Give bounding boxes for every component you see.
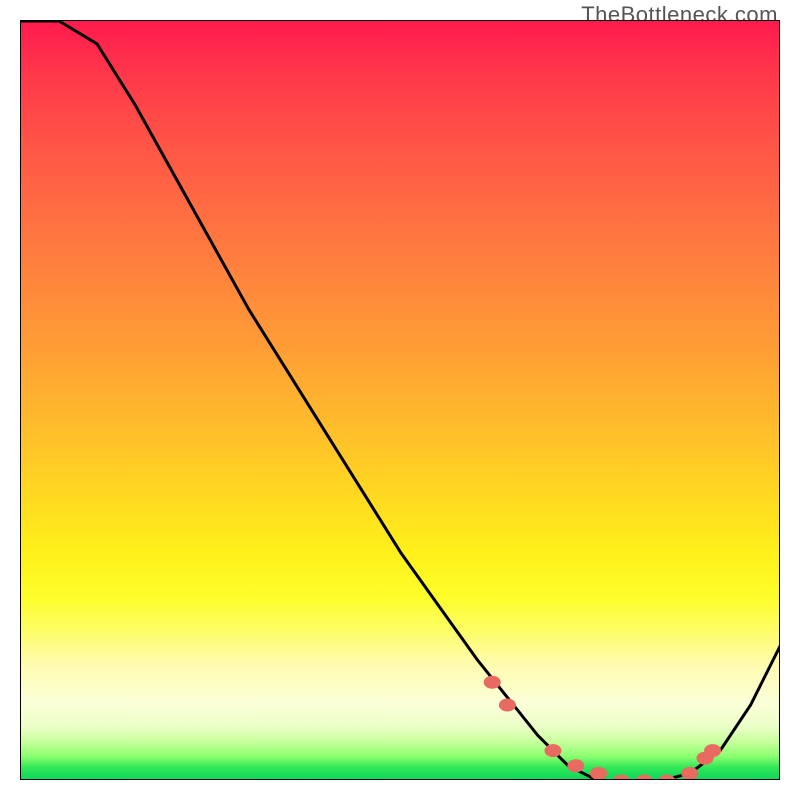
marker-point xyxy=(682,767,698,779)
marker-point xyxy=(659,775,675,780)
plot-area xyxy=(20,20,780,780)
marker-point xyxy=(613,775,629,780)
marker-point xyxy=(636,775,652,780)
chart-stage: TheBottleneck.com xyxy=(0,0,800,800)
marker-point xyxy=(591,767,607,779)
marker-point xyxy=(484,676,500,688)
marker-point xyxy=(705,745,721,757)
marker-group xyxy=(484,676,720,780)
marker-point xyxy=(568,760,584,772)
chart-svg xyxy=(21,21,780,780)
marker-point xyxy=(499,699,515,711)
curve-line xyxy=(21,21,780,780)
marker-point xyxy=(545,745,561,757)
